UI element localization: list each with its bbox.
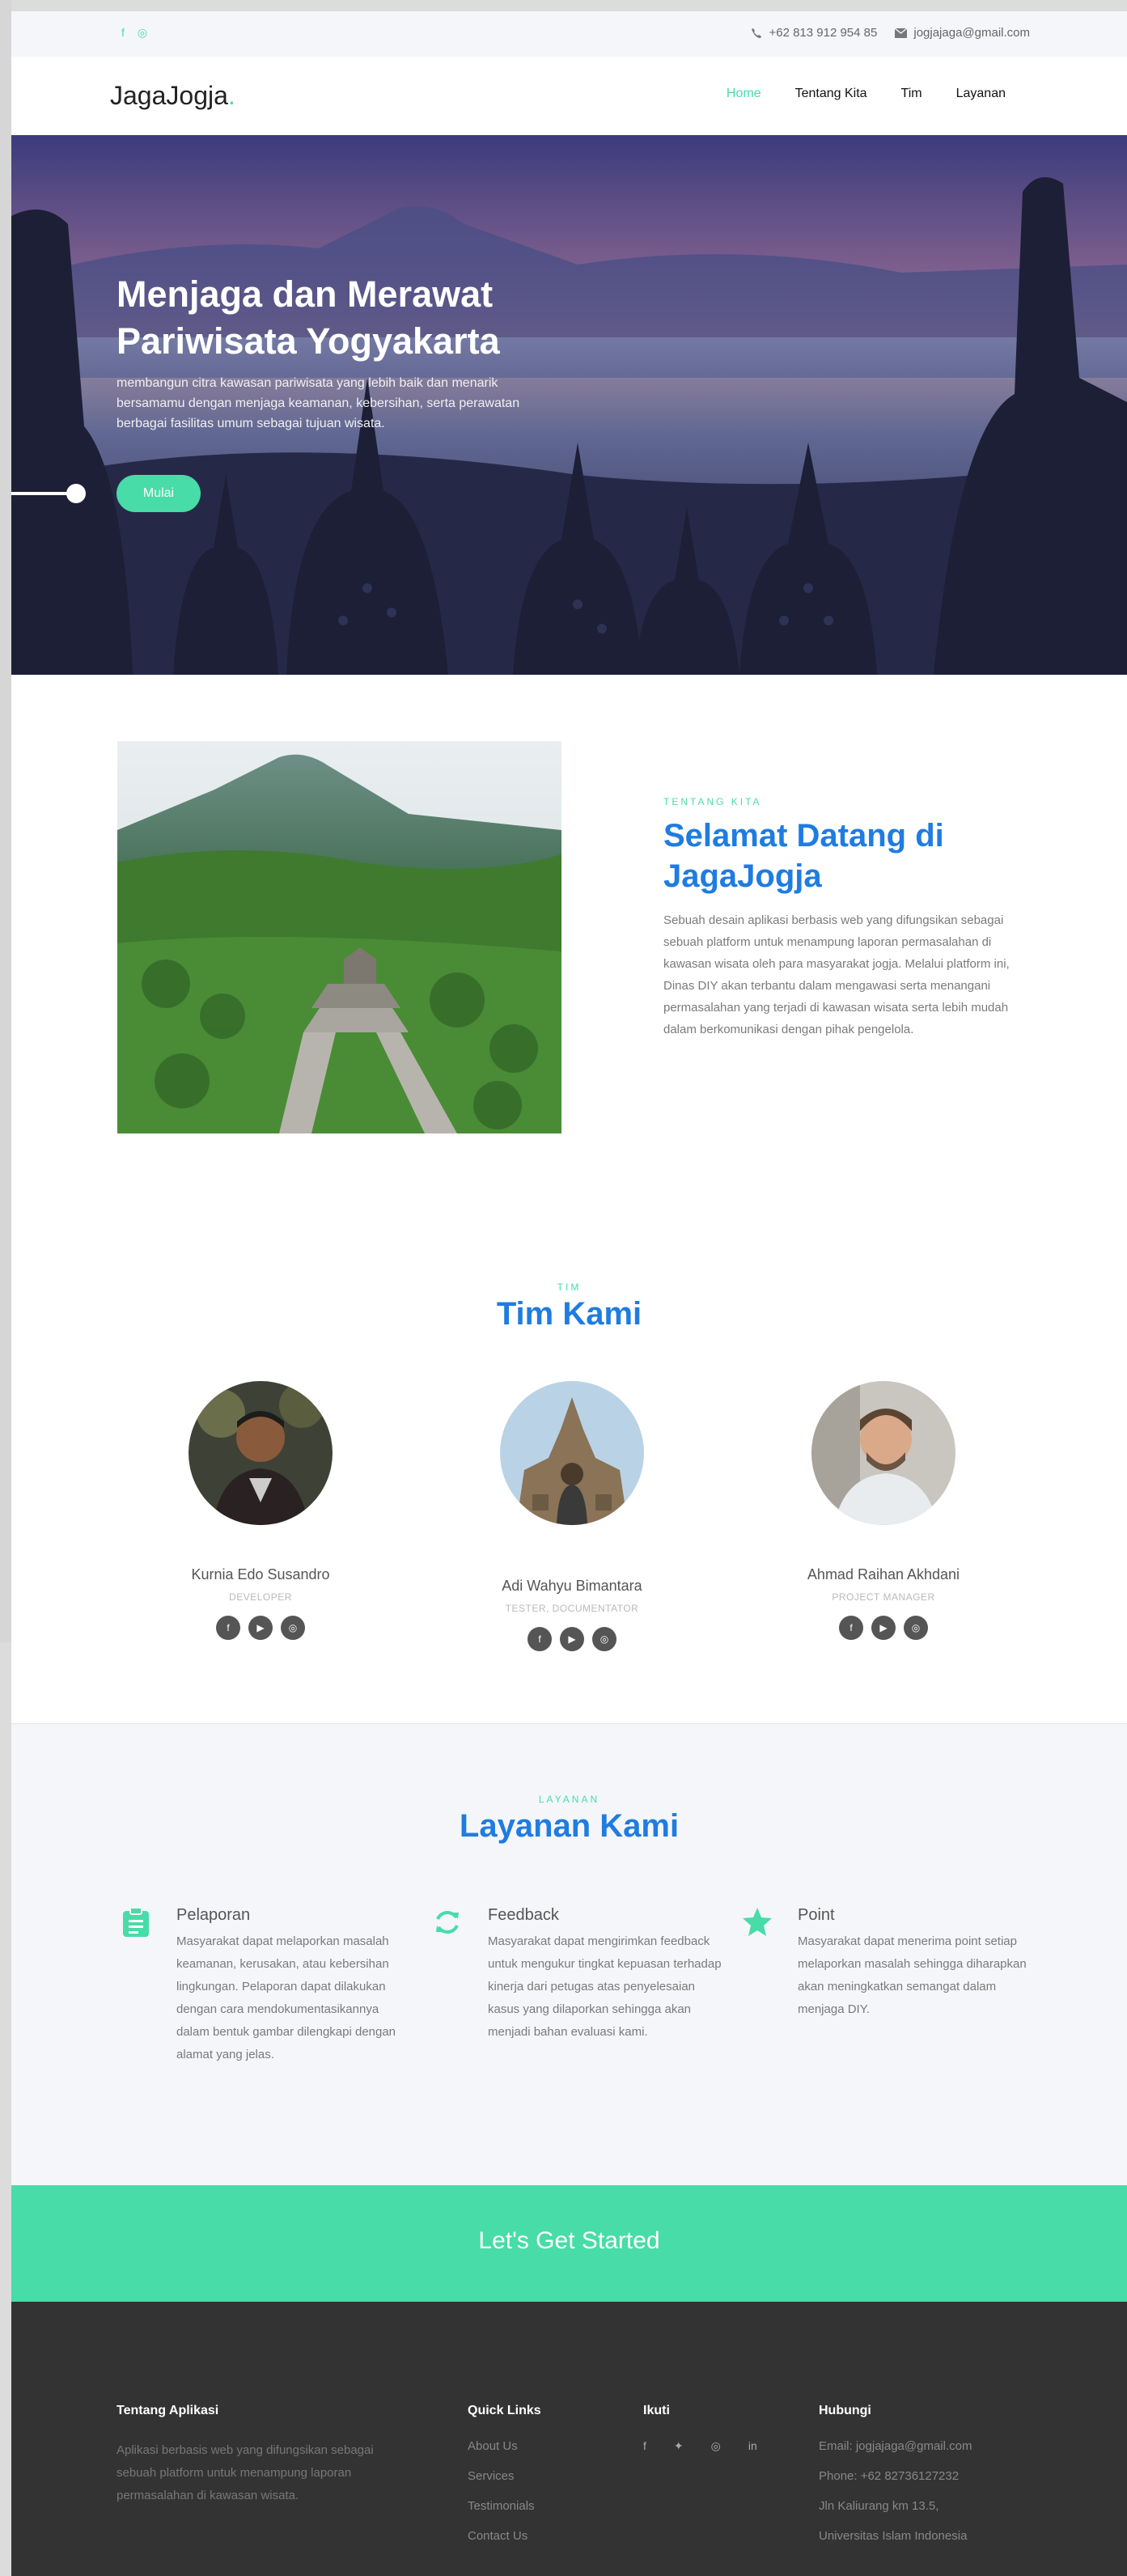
- phone-contact[interactable]: +62 813 912 954 85: [751, 26, 877, 40]
- footer-contact-university: Universitas Islam Indonesia: [819, 2529, 968, 2543]
- team-member-card: Kurnia Edo Susandro DEVELOPER f ▶ ◎: [131, 1381, 390, 1640]
- facebook-icon[interactable]: f: [121, 26, 125, 40]
- instagram-icon[interactable]: ◎: [904, 1616, 928, 1640]
- nav-item-tentang-kita[interactable]: Tentang Kita: [795, 87, 867, 101]
- service-text: Masyarakat dapat menerima point setiap m…: [798, 1934, 1027, 2016]
- clipboard-icon: [123, 1907, 149, 1937]
- site-logo[interactable]: JagaJogja.: [110, 81, 235, 111]
- service-title: Pelaporan: [176, 1906, 251, 1924]
- phone-icon: [752, 28, 762, 38]
- services-section: LAYANAN Layanan Kami Pelaporan Masyaraka…: [11, 1723, 1127, 2185]
- footer-quick-links: Quick Links About Us Services Testimonia…: [468, 2404, 541, 2559]
- footer-about-title: Tentang Aplikasi: [117, 2404, 219, 2417]
- service-title: Feedback: [488, 1906, 559, 1924]
- facebook-icon[interactable]: f: [527, 1627, 552, 1651]
- hero-subtitle: membangun citra kawasan pariwisata yang …: [117, 376, 520, 430]
- email-contact[interactable]: jogjajaga@gmail.com: [895, 26, 1030, 40]
- footer-link-services[interactable]: Services: [468, 2469, 541, 2483]
- member-social-links: f ▶ ◎: [443, 1627, 701, 1651]
- email-address: jogjajaga@gmail.com: [913, 26, 1030, 40]
- footer-links-title: Quick Links: [468, 2404, 541, 2417]
- linkedin-icon[interactable]: in: [748, 2439, 757, 2453]
- youtube-icon[interactable]: ▶: [248, 1616, 273, 1640]
- top-contact: +62 813 912 954 85 jogjajaga@gmail.com: [751, 26, 1030, 40]
- logo-text: JagaJogja: [110, 81, 228, 110]
- team-section: TIM Tim Kami Kurnia Edo Susandro DEVELOP…: [11, 1193, 1127, 1723]
- phone-number: +62 813 912 954 85: [769, 26, 878, 40]
- facebook-icon[interactable]: f: [216, 1616, 240, 1640]
- instagram-icon[interactable]: ◎: [711, 2439, 721, 2453]
- member-social-links: f ▶ ◎: [754, 1616, 1013, 1640]
- nav-item-layanan[interactable]: Layanan: [956, 87, 1006, 101]
- hero-section: Menjaga dan Merawat Pariwisata Yogyakart…: [11, 135, 1127, 675]
- footer-link-about-us[interactable]: About Us: [468, 2439, 541, 2453]
- logo-dot: .: [227, 81, 235, 110]
- footer-link-contact-us[interactable]: Contact Us: [468, 2529, 541, 2543]
- cta-label: Let's Get Started: [478, 2227, 660, 2254]
- top-bar: f ◎ +62 813 912 954 85 jogjajaga@gmail.c…: [11, 11, 1127, 57]
- nav-item-tim[interactable]: Tim: [901, 87, 922, 101]
- member-social-links: f ▶ ◎: [131, 1616, 390, 1640]
- about-section: TENTANG KITA Selamat Datang di JagaJogja…: [11, 675, 1127, 1193]
- member-name: Adi Wahyu Bimantara: [502, 1578, 642, 1594]
- star-icon: [743, 1908, 772, 1936]
- twitter-icon[interactable]: ✦: [674, 2439, 684, 2453]
- footer-contact: Hubungi Email: jogjajaga@gmail.com Phone…: [819, 2404, 972, 2559]
- footer: Tentang Aplikasi Aplikasi berbasis web y…: [11, 2302, 1127, 2576]
- hero-title: Menjaga dan Merawat Pariwisata Yogyakart…: [117, 273, 500, 362]
- service-title: Point: [798, 1906, 835, 1924]
- footer-follow-title: Ikuti: [643, 2404, 670, 2417]
- member-role: DEVELOPER: [229, 1591, 292, 1603]
- member-role: PROJECT MANAGER: [832, 1591, 935, 1603]
- service-text: Masyarakat dapat melaporkan masalah keam…: [176, 1934, 396, 2061]
- main-nav: Home Tentang Kita Tim Layanan: [727, 87, 1006, 101]
- footer-contact-address: Jln Kaliurang km 13.5,: [819, 2499, 939, 2513]
- navbar: JagaJogja. Home Tentang Kita Tim Layanan: [11, 57, 1127, 135]
- about-photo: [117, 741, 561, 1133]
- member-name: Kurnia Edo Susandro: [191, 1566, 330, 1582]
- team-eyebrow: TIM: [557, 1282, 582, 1293]
- member-name: Ahmad Raihan Akhdani: [807, 1566, 960, 1582]
- services-title: Layanan Kami: [459, 1808, 680, 1844]
- instagram-icon[interactable]: ◎: [281, 1616, 305, 1640]
- about-title: Selamat Datang di JagaJogja: [663, 818, 944, 894]
- service-text: Masyarakat dapat mengirimkan feedback un…: [488, 1934, 722, 2039]
- envelope-icon: [895, 28, 908, 38]
- about-eyebrow: TENTANG KITA: [663, 796, 762, 807]
- youtube-icon[interactable]: ▶: [560, 1627, 584, 1651]
- services-eyebrow: LAYANAN: [538, 1794, 600, 1805]
- facebook-icon[interactable]: f: [839, 1616, 863, 1640]
- facebook-icon[interactable]: f: [643, 2439, 646, 2453]
- footer-social-links: f ✦ ◎ in: [643, 2439, 757, 2453]
- top-social-links: f ◎: [121, 26, 147, 40]
- member-avatar: [811, 1381, 955, 1525]
- instagram-icon[interactable]: ◎: [138, 26, 147, 40]
- page: f ◎ +62 813 912 954 85 jogjajaga@gmail.c…: [11, 11, 1127, 2576]
- team-member-card: Ahmad Raihan Akhdani PROJECT MANAGER f ▶…: [754, 1381, 1013, 1640]
- start-button[interactable]: Mulai: [117, 475, 201, 512]
- footer-follow: Ikuti f ✦ ◎ in: [643, 2404, 757, 2453]
- footer-about-text: Aplikasi berbasis web yang difungsikan s…: [117, 2443, 374, 2502]
- window-scrollbar[interactable]: [0, 0, 11, 1642]
- instagram-icon[interactable]: ◎: [592, 1627, 616, 1651]
- footer-link-testimonials[interactable]: Testimonials: [468, 2499, 541, 2513]
- footer-contact-title: Hubungi: [819, 2404, 871, 2417]
- member-avatar: [500, 1381, 644, 1525]
- footer-about: Tentang Aplikasi Aplikasi berbasis web y…: [117, 2404, 408, 2507]
- slider-handle[interactable]: [11, 483, 87, 504]
- about-text: Sebuah desain aplikasi berbasis web yang…: [663, 913, 1010, 1036]
- footer-contact-email[interactable]: Email: jogjajaga@gmail.com: [819, 2439, 972, 2453]
- member-avatar: [189, 1381, 333, 1525]
- team-title: Tim Kami: [496, 1296, 642, 1332]
- refresh-icon: [436, 1911, 459, 1934]
- member-role: TESTER, DOCUMENTATOR: [505, 1603, 639, 1614]
- nav-item-home[interactable]: Home: [727, 87, 761, 101]
- youtube-icon[interactable]: ▶: [871, 1616, 896, 1640]
- cta-banner[interactable]: Let's Get Started: [11, 2185, 1127, 2302]
- team-member-card: Adi Wahyu Bimantara TESTER, DOCUMENTATOR…: [443, 1381, 701, 1651]
- footer-contact-phone[interactable]: Phone: +62 82736127232: [819, 2469, 972, 2483]
